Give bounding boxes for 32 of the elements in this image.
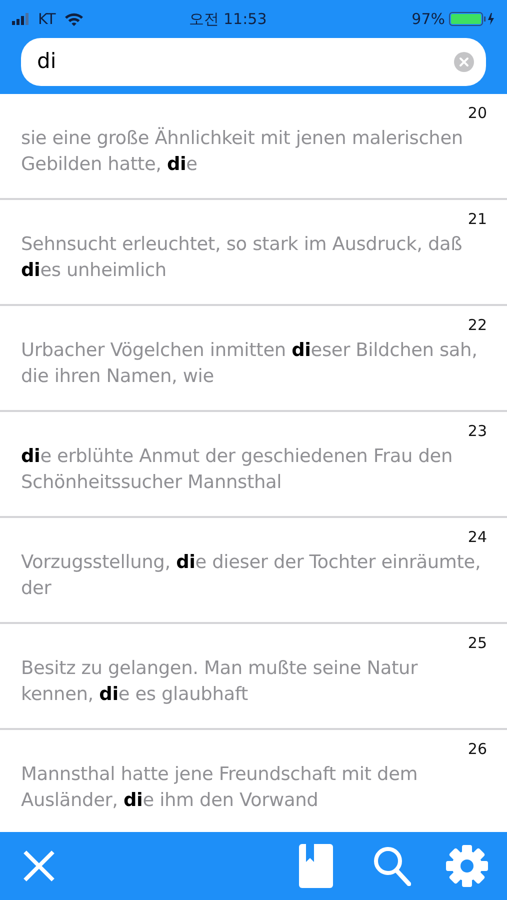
line-number: 26 <box>468 740 487 758</box>
result-text: Besitz zu gelangen. Man mußte seine Natur kennen, die es glaubhaft <box>21 657 419 707</box>
search-field[interactable]: di <box>21 38 486 86</box>
search-button[interactable] <box>373 846 411 886</box>
result-row[interactable]: 24 Vorzugsstellung, die dieser der Tochter einräumte, der <box>0 518 507 624</box>
result-text: Mannsthal hatte jene Freundschaft mit dem Ausländer, die ihm den Vorwand <box>21 763 419 813</box>
result-text: Vorzugsstellung, die dieser der Tochter einräumte, der <box>21 551 482 601</box>
result-row[interactable]: 22 Urbacher Vögelchen inmitten dieser Bildchen sah, die ihren Namen, wie <box>0 306 507 412</box>
settings-button[interactable] <box>445 844 489 888</box>
battery-percent: 97% <box>412 8 445 30</box>
line-number: 21 <box>468 210 487 228</box>
close-button[interactable] <box>22 849 56 883</box>
result-text: die erblühte Anmut der geschiedenen Frau den Schönheitssucher Mannsthal <box>21 445 454 495</box>
line-number: 20 <box>468 104 487 122</box>
result-row[interactable]: 21 Sehnsucht erleuchtet, so stark im Ausdruck, daß dies unheimlich <box>0 200 507 306</box>
result-row[interactable]: 25 Besitz zu gelangen. Man mußte seine Natur kennen, die es glaubhaft <box>0 624 507 730</box>
line-number: 25 <box>468 634 487 652</box>
clock-time: 오전 11:53 <box>188 8 267 30</box>
wifi-icon <box>64 12 84 26</box>
battery-icon <box>449 11 495 27</box>
result-row[interactable]: 23 die erblühte Anmut der geschiedenen Frau den Schönheitssucher Mannsthal <box>0 412 507 518</box>
result-text: Urbacher Vögelchen inmitten dieser Bildchen sah, die ihren Namen, wie <box>21 339 478 389</box>
line-number: 22 <box>468 316 487 334</box>
line-number: 23 <box>468 422 487 440</box>
result-row[interactable]: 20 sie eine große Ähnlichkeit mit jenen malerischen Gebilden hatte, die <box>0 94 507 200</box>
line-number: 24 <box>468 528 487 546</box>
bookmark-button[interactable] <box>299 844 333 888</box>
carrier-name: KT <box>38 8 56 30</box>
clear-icon[interactable] <box>454 52 474 72</box>
result-text: sie eine große Ähnlichkeit mit jenen malerischen Gebilden hatte, die <box>21 126 464 177</box>
search-input[interactable]: di <box>37 46 454 78</box>
result-text: Sehnsucht erleuchtet, so stark im Ausdruck, daß dies unheimlich <box>21 233 464 283</box>
